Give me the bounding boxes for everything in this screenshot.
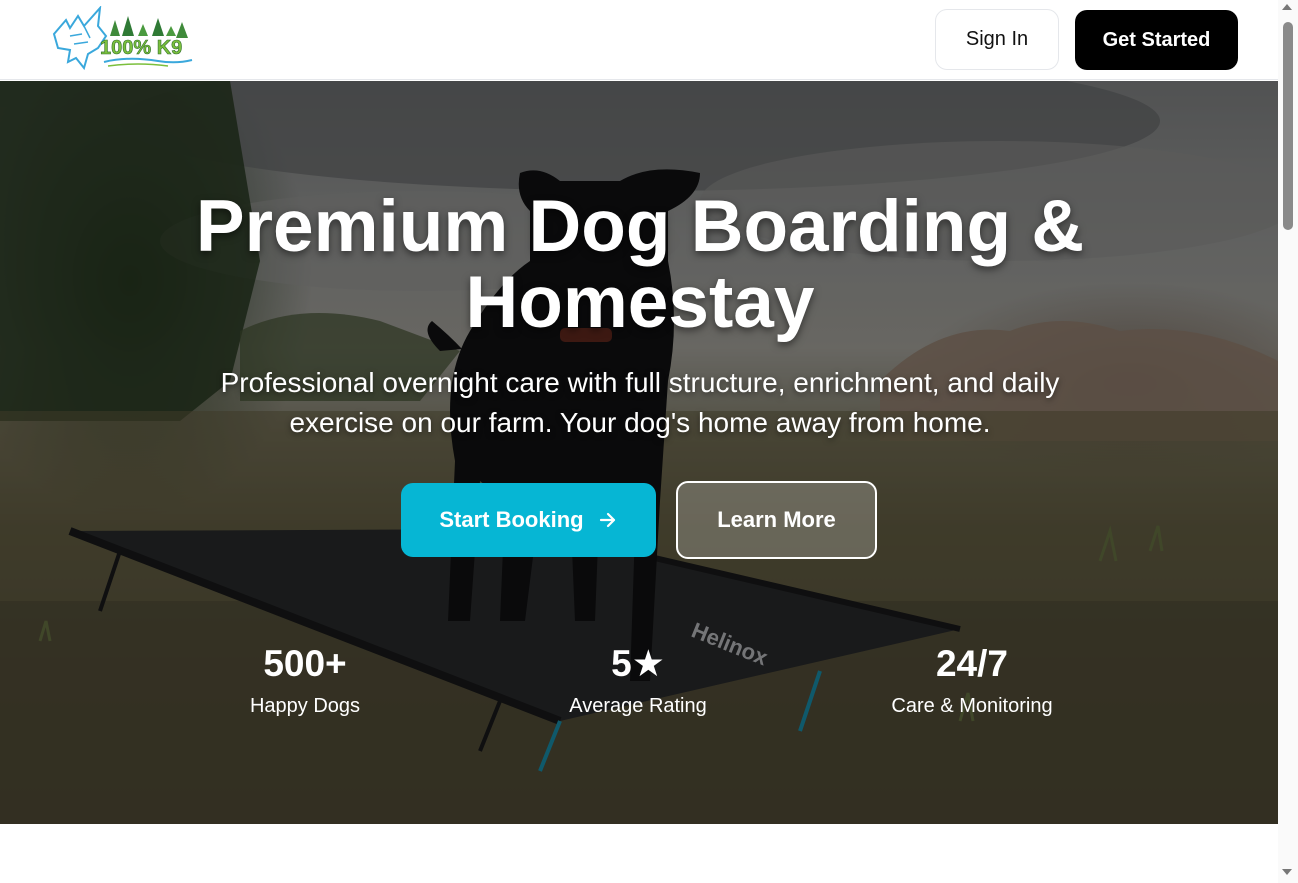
stat-label: Care & Monitoring [891,695,1053,717]
site-header: 100% K9 Sign In Get Started [0,0,1278,80]
stat-value: 5★ [611,643,665,684]
scroll-down-arrow-icon[interactable] [1282,869,1292,875]
stat-care-monitoring: 24/7 Care & Monitoring [842,641,1102,723]
stat-happy-dogs: 500+ Happy Dogs [175,641,435,723]
hero-section: Helinox Premium Dog Boarding & Homestay … [0,81,1278,824]
brand-logo[interactable]: 100% K9 [48,4,194,74]
hero-title: Premium Dog Boarding & Homestay [195,186,1085,343]
scrollbar-thumb[interactable] [1283,22,1293,230]
stat-label: Happy Dogs [249,695,361,717]
logo-text: 100% K9 [100,37,182,59]
stat-value: 24/7 [935,643,1008,684]
start-booking-label: Start Booking [439,507,584,532]
sign-in-button[interactable]: Sign In [935,9,1059,70]
get-started-button[interactable]: Get Started [1075,10,1238,70]
stat-label: Average Rating [569,695,707,717]
scroll-up-arrow-icon[interactable] [1282,4,1292,10]
arrow-right-icon [599,512,615,528]
page: 100% K9 Sign In Get Started Helinox Prem… [0,0,1278,883]
stat-average-rating: 5★ Average Rating [508,641,768,723]
start-booking-button[interactable]: Start Booking [401,483,656,557]
wolf-logo-icon: 100% K9 [52,4,193,71]
stat-value: 500+ [263,643,347,684]
learn-more-button[interactable]: Learn More [676,481,877,559]
hero-subtitle: Professional overnight care with full st… [220,367,1060,438]
